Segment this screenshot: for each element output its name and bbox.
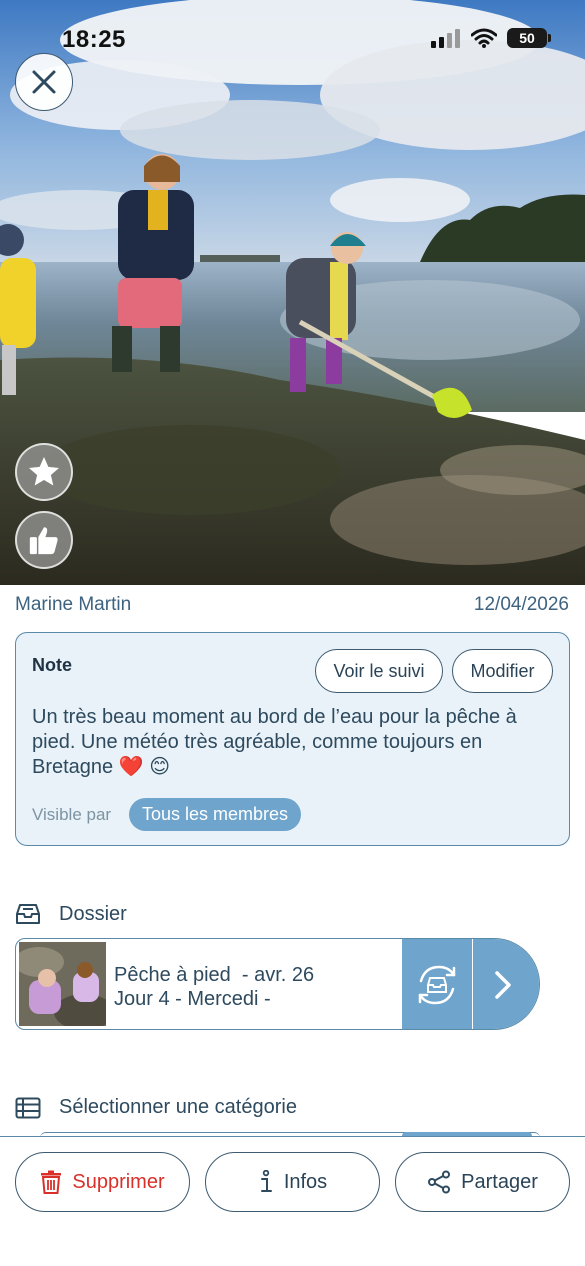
bottom-action-bar: Supprimer Infos Partager [0, 1136, 585, 1266]
battery-icon: 50 [507, 28, 551, 48]
hero-photo: 18:25 50 [0, 0, 585, 585]
favorite-button[interactable] [15, 443, 73, 501]
note-title: Note [32, 655, 72, 675]
info-button[interactable]: Infos [205, 1152, 380, 1212]
like-button[interactable] [15, 511, 73, 569]
close-button[interactable] [15, 53, 73, 111]
category-section-header[interactable]: Sélectionner une catégorie [15, 1096, 297, 1119]
info-button-label: Infos [283, 1170, 328, 1193]
delete-button[interactable]: Supprimer [15, 1152, 190, 1212]
view-follow-button[interactable]: Voir le suivi [315, 649, 443, 693]
photo-illustration [0, 0, 585, 585]
info-icon [260, 1170, 272, 1192]
share-button[interactable]: Partager [395, 1152, 570, 1212]
dossier-section-label: Dossier [59, 902, 127, 925]
thumbs-up-icon [29, 527, 58, 555]
table-icon [15, 1097, 41, 1118]
dossier-section-header: Dossier [15, 902, 127, 926]
change-dossier-button[interactable] [402, 939, 472, 1029]
dossier-item-subtitle: Jour 4 - Mercedi - [114, 988, 271, 1010]
folder-tray-icon [16, 904, 40, 924]
category-section-label: Sélectionner une catégorie [59, 1096, 297, 1118]
close-icon [32, 70, 56, 94]
dossier-thumbnail [19, 942, 106, 1026]
note-card: Note Voir le suivi Modifier Un très beau… [15, 632, 570, 846]
share-button-label: Partager [461, 1170, 538, 1193]
author-name: Marine Martin [15, 594, 132, 615]
delete-button-label: Supprimer [72, 1170, 165, 1193]
photo-date: 12/04/2026 [473, 594, 569, 615]
share-icon [428, 1170, 451, 1194]
wifi-icon [471, 28, 497, 48]
trash-icon [41, 1170, 62, 1194]
open-dossier-button[interactable] [473, 939, 539, 1029]
sync-folder-icon [418, 965, 456, 1005]
star-icon [29, 457, 59, 486]
dossier-item-text: Pêche à pied - avr. 26 Jour 4 - Mercedi … [114, 963, 314, 1011]
chevron-right-icon [495, 971, 511, 999]
note-text: Un très beau moment au bord de l’eau pou… [32, 706, 517, 778]
status-time: 18:25 [62, 26, 126, 53]
status-icons: 50 [431, 28, 551, 48]
edit-button[interactable]: Modifier [452, 649, 553, 693]
dossier-item-title: Pêche à pied - avr. 26 [114, 964, 315, 986]
signal-icon [431, 29, 460, 48]
visibility-chip[interactable]: Tous les membres [129, 798, 302, 831]
visibility-label: Visible par [32, 805, 112, 824]
dossier-card[interactable]: Pêche à pied - avr. 26 Jour 4 - Mercedi … [15, 938, 540, 1030]
